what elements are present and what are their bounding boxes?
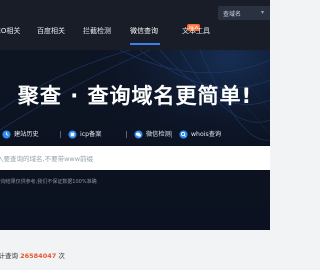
search-scope-select[interactable]: 查域名 ▾	[218, 6, 270, 20]
nav-item-wechat[interactable]: 微信查询	[130, 26, 158, 36]
domain-search-bar	[0, 146, 270, 172]
quick-link-history[interactable]: 建站历史	[2, 129, 39, 139]
nav-item-baidu[interactable]: 百度相关	[37, 26, 65, 36]
quick-link-label: 微信检测	[146, 131, 171, 138]
quick-link-label: icp备案	[80, 131, 102, 138]
top-nav: SEO相关 百度相关 拦截检测 微信查询 NEW 文本工具 查域名 ▾	[0, 0, 270, 50]
wechat-icon	[134, 129, 143, 139]
query-stats: 累计查询 26584047 次	[0, 250, 65, 260]
nav-item-text-tools[interactable]: 文本工具	[182, 26, 210, 36]
quick-links: 建站历史 icp备案 微信检测 whois查询	[0, 127, 270, 141]
stats-suffix: 次	[58, 252, 65, 260]
quick-link-whois[interactable]: whois查询	[179, 129, 221, 139]
divider	[126, 131, 127, 138]
divider	[171, 131, 172, 138]
whois-icon	[179, 129, 188, 139]
divider	[60, 131, 61, 138]
stats-prefix: 累计查询	[0, 252, 18, 260]
nav-item-seo[interactable]: SEO相关	[0, 26, 20, 36]
search-scope-label: 查域名	[223, 11, 242, 18]
history-icon	[2, 129, 11, 139]
domain-search-input[interactable]	[0, 146, 262, 172]
hero-slogan: 聚查 · 查询域名更简单!	[17, 84, 253, 108]
chevron-down-icon: ▾	[260, 9, 264, 16]
icp-icon	[68, 129, 77, 139]
hero-section: 聚查 · 查询域名更简单! 建站历史 icp备案 微信检测 whois查询 请输…	[0, 50, 270, 230]
quick-link-wechat[interactable]: 微信检测	[134, 129, 171, 139]
stats-count: 26584047	[20, 252, 57, 260]
quick-link-icp[interactable]: icp备案	[68, 129, 101, 139]
quick-link-label: whois查询	[191, 131, 222, 138]
nav-item-intercept[interactable]: 拦截检测	[83, 26, 111, 36]
active-tab-indicator	[130, 43, 160, 45]
search-tip: 提示:查询结果仅供参考,我们不保证数据100%准确	[0, 179, 97, 185]
quick-link-label: 建站历史	[14, 131, 39, 138]
